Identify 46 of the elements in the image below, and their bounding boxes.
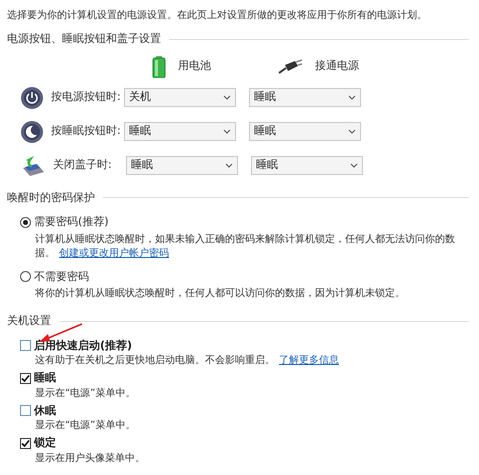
chevron-icon (350, 163, 358, 168)
column-label: 接通电源 (315, 58, 359, 74)
checkbox-label: 休眠 (34, 402, 56, 418)
option-description: 计算机从睡眠状态唤醒时，如果未输入正确的密码来解除计算机锁定，任何人都无法访问你的数据。 创建或更改用户帐户密码 (35, 232, 456, 260)
checkbox-label: 启用快速启动(推荐) (34, 338, 132, 354)
section-title: 电源按钮、睡眠按钮和盖子设置 (7, 31, 161, 47)
option-description: 显示在用户头像菜单中。 (35, 452, 146, 464)
row-label: 按电源按钮时: (51, 89, 122, 106)
chevron-icon (223, 95, 231, 100)
checkbox[interactable] (20, 438, 31, 449)
section-title: 关机设置 (7, 313, 51, 329)
dropdown[interactable]: 睡眠 (249, 88, 361, 107)
option-label: 不需要密码 (34, 268, 89, 284)
checkbox[interactable] (20, 405, 31, 416)
power-icon (20, 86, 44, 110)
dropdown[interactable]: 睡眠 (249, 122, 361, 141)
row-label: 关闭盖子时: (53, 157, 113, 174)
chevron-icon (225, 163, 233, 168)
chevron-icon (348, 95, 356, 100)
option-label: 需要密码(推荐) (34, 214, 109, 230)
intro-text: 选择要为你的计算机设置的电源设置。在此页上对设置所做的更改将应用于你所有的电源计划。 (7, 8, 428, 23)
option-description: 显示在“电源”菜单中。 (35, 386, 136, 400)
moon-icon (20, 120, 44, 144)
row-label: 按睡眠按钮时: (51, 123, 122, 140)
dropdown[interactable]: 关机 (124, 88, 236, 107)
checkbox[interactable] (20, 372, 31, 384)
checkbox[interactable] (20, 340, 31, 352)
checkbox-label: 睡眠 (34, 370, 56, 386)
chevron-icon (348, 129, 356, 134)
link[interactable]: 了解更多信息 (279, 355, 339, 366)
chevron-icon (223, 129, 231, 134)
dropdown[interactable]: 睡眠 (251, 156, 363, 175)
option-description: 这有助于在关机之后更快地启动电脑。不会影响重启。 了解更多信息 (35, 354, 340, 367)
laptop-icon (20, 154, 46, 178)
checkbox-label: 锁定 (34, 435, 56, 451)
dropdown[interactable]: 睡眠 (124, 122, 236, 141)
option-description: 将你的计算机从睡眠状态唤醒时，任何人都可以访问你的数据，因为计算机未锁定。 (35, 287, 406, 301)
option-description: 显示在“电源”菜单中。 (35, 419, 136, 432)
radio-button[interactable] (20, 271, 31, 282)
section-title: 唤醒时的密码保护 (7, 190, 95, 206)
radio-button[interactable] (20, 216, 31, 228)
column-label: 用电池 (178, 58, 211, 74)
dropdown[interactable]: 睡眠 (126, 156, 238, 175)
battery-icon (152, 56, 166, 78)
link[interactable]: 创建或更改用户帐户密码 (59, 248, 169, 258)
plug-icon (277, 58, 303, 74)
